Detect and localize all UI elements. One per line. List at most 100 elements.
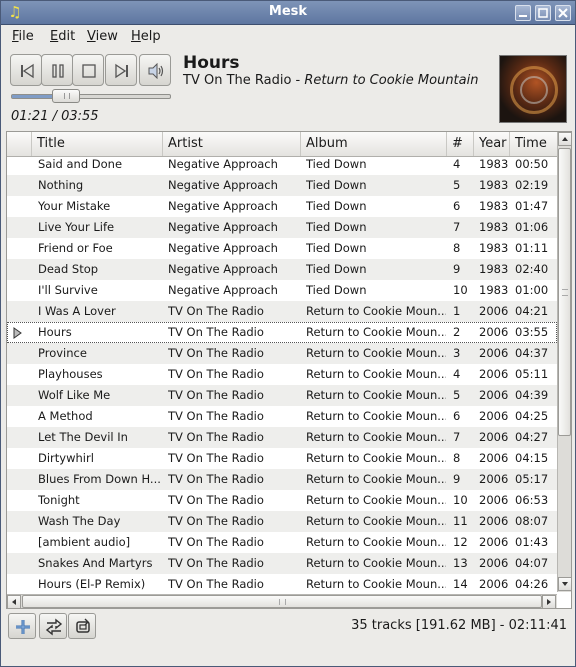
cell-year: 1983 <box>479 220 509 234</box>
add-button[interactable] <box>8 613 36 639</box>
menu-view[interactable]: View <box>87 29 118 44</box>
cell-year: 2006 <box>479 304 509 318</box>
table-row[interactable]: Let The Devil In TV On The Radio Return to… <box>7 427 557 448</box>
volume-icon <box>148 63 164 79</box>
column-number[interactable]: # <box>447 132 474 156</box>
cell-album: Return to Cookie Moun... <box>306 430 446 444</box>
table-row[interactable]: Blues From Down H... TV On The Radio Retur… <box>7 469 557 490</box>
previous-button[interactable] <box>10 54 42 86</box>
cell-time: 02:40 <box>515 262 549 276</box>
cell-year: 2006 <box>479 472 509 486</box>
stop-button[interactable] <box>72 54 104 86</box>
table-row[interactable]: Live Your Life Negative Approach Tied Down… <box>7 217 557 238</box>
table-row[interactable]: Wash The Day TV On The Radio Return to Coo… <box>7 511 557 532</box>
cell-album: Return to Cookie Moun... <box>306 304 446 318</box>
cell-year: 2006 <box>479 346 509 360</box>
cell-artist: TV On The Radio <box>168 493 264 507</box>
arrow-up-icon <box>562 137 568 141</box>
table-row[interactable]: Dead Stop Negative Approach Tied Down 9 1983… <box>7 259 557 280</box>
column-time[interactable]: Time <box>510 132 557 156</box>
cell-number: 6 <box>453 409 461 423</box>
cell-title: Hours <box>38 325 72 339</box>
table-row[interactable]: Province TV On The Radio Return to Cookie … <box>7 343 557 364</box>
track-list: Title Artist Album # Year Time Said and … <box>6 131 572 609</box>
table-row[interactable]: Playhouses TV On The Radio Return to Cooki… <box>7 364 557 385</box>
column-year[interactable]: Year <box>474 132 510 156</box>
table-row[interactable]: Said and Done Negative Approach Tied Down 4… <box>7 157 557 175</box>
cell-artist: TV On The Radio <box>168 346 264 360</box>
column-title[interactable]: Title <box>32 132 163 156</box>
cell-artist: TV On The Radio <box>168 409 264 423</box>
maximize-button[interactable] <box>535 5 551 21</box>
table-row[interactable]: I'll Survive Negative Approach Tied Down 10… <box>7 280 557 301</box>
window-title: Mesk <box>268 4 308 19</box>
cell-title: Playhouses <box>38 367 103 381</box>
title-bar[interactable]: ♫ Mesk <box>1 1 575 25</box>
cell-title: I Was A Lover <box>38 304 116 318</box>
column-album[interactable]: Album <box>301 132 447 156</box>
now-playing-artist: TV On The Radio <box>183 73 292 88</box>
scroll-down-button[interactable] <box>558 577 572 591</box>
cell-title: Friend or Foe <box>38 241 113 255</box>
volume-button[interactable] <box>139 54 171 86</box>
seek-handle[interactable] <box>52 89 81 103</box>
pause-button[interactable] <box>41 54 73 86</box>
table-row[interactable]: [ambient audio] TV On The Radio Return to … <box>7 532 557 553</box>
close-button[interactable] <box>555 5 571 21</box>
menu-file[interactable]: File <box>12 29 34 44</box>
table-row[interactable]: I Was A Lover TV On The Radio Return to Co… <box>7 301 557 322</box>
cell-title: I'll Survive <box>38 283 98 297</box>
cell-time: 04:15 <box>515 451 549 465</box>
next-icon <box>115 63 128 79</box>
cell-title: [ambient audio] <box>38 535 131 549</box>
cell-title: Tonight <box>38 493 80 507</box>
table-row[interactable]: Snakes And Martyrs TV On The Radio Return … <box>7 553 557 574</box>
table-row[interactable]: Your Mistake Negative Approach Tied Down 6 1… <box>7 196 557 217</box>
table-row[interactable]: Tonight TV On The Radio Return to Cookie M… <box>7 490 557 511</box>
cell-artist: TV On The Radio <box>168 451 264 465</box>
now-playing-subtitle: TV On The Radio - Return to Cookie Mount… <box>183 73 479 88</box>
table-row[interactable]: Friend or Foe Negative Approach Tied Down 8… <box>7 238 557 259</box>
vertical-scroll-thumb[interactable] <box>558 148 571 436</box>
cell-year: 1983 <box>479 241 509 255</box>
cell-title: Your Mistake <box>38 199 111 213</box>
cell-number: 10 <box>453 283 468 297</box>
shuffle-button[interactable] <box>39 613 67 639</box>
cell-number: 3 <box>453 346 461 360</box>
cell-year: 2006 <box>479 409 509 423</box>
previous-icon <box>21 63 34 79</box>
horizontal-scrollbar[interactable] <box>7 594 557 609</box>
status-summary: 35 tracks [191.62 MB] - 02:11:41 <box>351 618 567 633</box>
next-button[interactable] <box>105 54 137 86</box>
table-row[interactable]: Wolf Like Me TV On The Radio Return to Coo… <box>7 385 557 406</box>
cell-title: Live Your Life <box>38 220 115 234</box>
table-row[interactable]: Hours (El-P Remix) TV On The Radio Return … <box>7 574 557 592</box>
vertical-scrollbar[interactable] <box>557 132 572 592</box>
menu-help[interactable]: Help <box>131 29 161 44</box>
menu-edit[interactable]: Edit <box>50 29 75 44</box>
scroll-left-button[interactable] <box>7 595 21 609</box>
cell-album: Tied Down <box>306 178 367 192</box>
cell-artist: TV On The Radio <box>168 304 264 318</box>
cell-artist: TV On The Radio <box>168 577 264 591</box>
repeat-button[interactable] <box>68 613 96 639</box>
scroll-up-button[interactable] <box>558 132 572 146</box>
cell-album: Return to Cookie Moun... <box>306 325 446 339</box>
cell-time: 04:27 <box>515 430 549 444</box>
scroll-right-button[interactable] <box>542 595 556 609</box>
seek-slider[interactable] <box>11 94 171 99</box>
cell-year: 2006 <box>479 388 509 402</box>
cell-title: Wolf Like Me <box>38 388 111 402</box>
table-row[interactable]: A Method TV On The Radio Return to Cookie … <box>7 406 557 427</box>
table-row[interactable]: Hours TV On The Radio Return to Cookie Mou… <box>7 322 557 343</box>
horizontal-scroll-thumb[interactable] <box>22 595 542 608</box>
column-indicator[interactable] <box>7 132 32 156</box>
app-window: ♫ Mesk File Edit View Help 01:21 / 03:55… <box>0 0 576 667</box>
cell-time: 02:19 <box>515 178 549 192</box>
column-artist[interactable]: Artist <box>163 132 301 156</box>
table-row[interactable]: Dirtywhirl TV On The Radio Return to Cooki… <box>7 448 557 469</box>
table-row[interactable]: Nothing Negative Approach Tied Down 5 1983 02… <box>7 175 557 196</box>
minimize-button[interactable] <box>515 5 531 21</box>
cell-time: 01:06 <box>515 220 549 234</box>
minimize-icon <box>519 15 527 17</box>
